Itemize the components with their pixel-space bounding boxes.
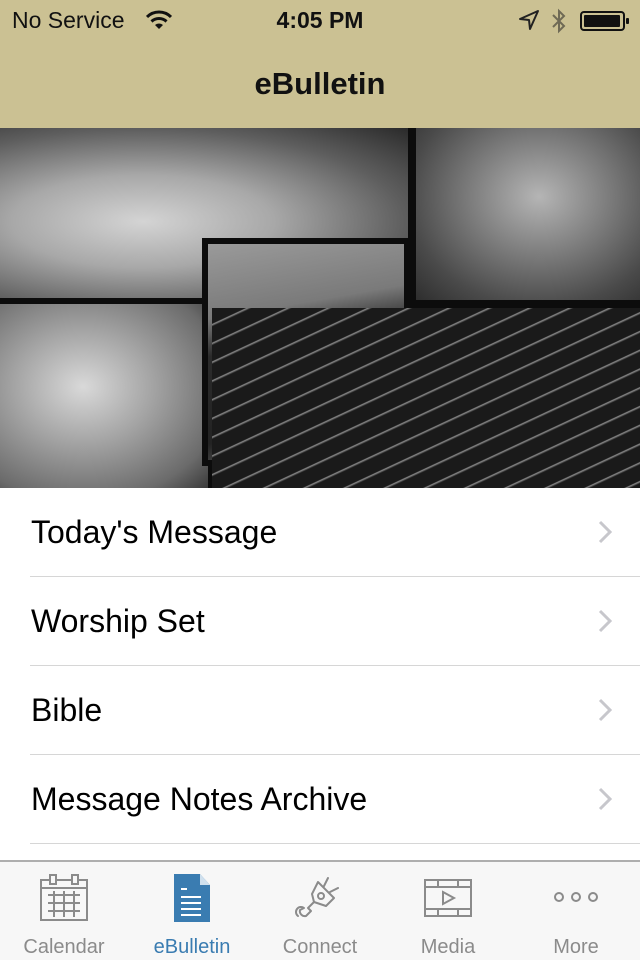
tab-calendar[interactable]: Calendar <box>0 862 128 960</box>
photo-guitar <box>212 308 640 488</box>
bluetooth-icon <box>552 8 566 34</box>
document-icon <box>174 874 210 922</box>
clock: 4:05 PM <box>276 7 364 33</box>
tab-label: Media <box>420 936 476 958</box>
bulletin-menu-list: Today's Message Worship Set Bible Messag… <box>0 488 640 844</box>
tab-media[interactable]: Media <box>384 862 512 960</box>
menu-item-label: Bible <box>31 692 103 728</box>
chevron-right-icon <box>598 520 612 544</box>
tab-label: Calendar <box>23 936 105 958</box>
tab-more[interactable]: More <box>512 862 640 960</box>
plug-icon <box>295 877 339 918</box>
more-dots-icon <box>554 892 598 902</box>
menu-item-label: Message Notes Archive <box>31 781 368 817</box>
photo-family-reading <box>416 128 640 300</box>
hero-collage-image: HIS WORD <box>0 128 640 488</box>
top-bar: No Service 4:05 PM eBulletin <box>0 0 640 128</box>
film-play-icon <box>424 879 472 917</box>
tab-connect[interactable]: Connect <box>256 862 384 960</box>
menu-item-label: Worship Set <box>31 603 205 639</box>
calendar-icon <box>40 874 88 921</box>
location-arrow-icon <box>519 10 539 30</box>
chevron-right-icon <box>598 698 612 722</box>
photo-father-daughter <box>0 304 208 488</box>
chevron-right-icon <box>598 609 612 633</box>
page-title: eBulletin <box>254 66 386 101</box>
menu-item-label: Today's Message <box>31 514 278 550</box>
status-bar: No Service 4:05 PM <box>0 0 640 40</box>
tab-ebulletin[interactable]: eBulletin <box>128 862 256 960</box>
chevron-right-icon <box>598 787 612 811</box>
tab-label: Connect <box>282 936 358 958</box>
menu-item-message-notes-archive[interactable]: Message Notes Archive <box>0 755 640 844</box>
tab-label: More <box>553 936 599 958</box>
menu-item-bible[interactable]: Bible <box>0 666 640 755</box>
tab-label: eBulletin <box>153 936 231 958</box>
tab-bar: Calendar eBulletin Connect Media More <box>0 860 640 960</box>
battery-icon <box>580 11 629 31</box>
divider <box>30 843 640 844</box>
menu-item-worship-set[interactable]: Worship Set <box>0 577 640 666</box>
menu-item-todays-message[interactable]: Today's Message <box>0 488 640 577</box>
